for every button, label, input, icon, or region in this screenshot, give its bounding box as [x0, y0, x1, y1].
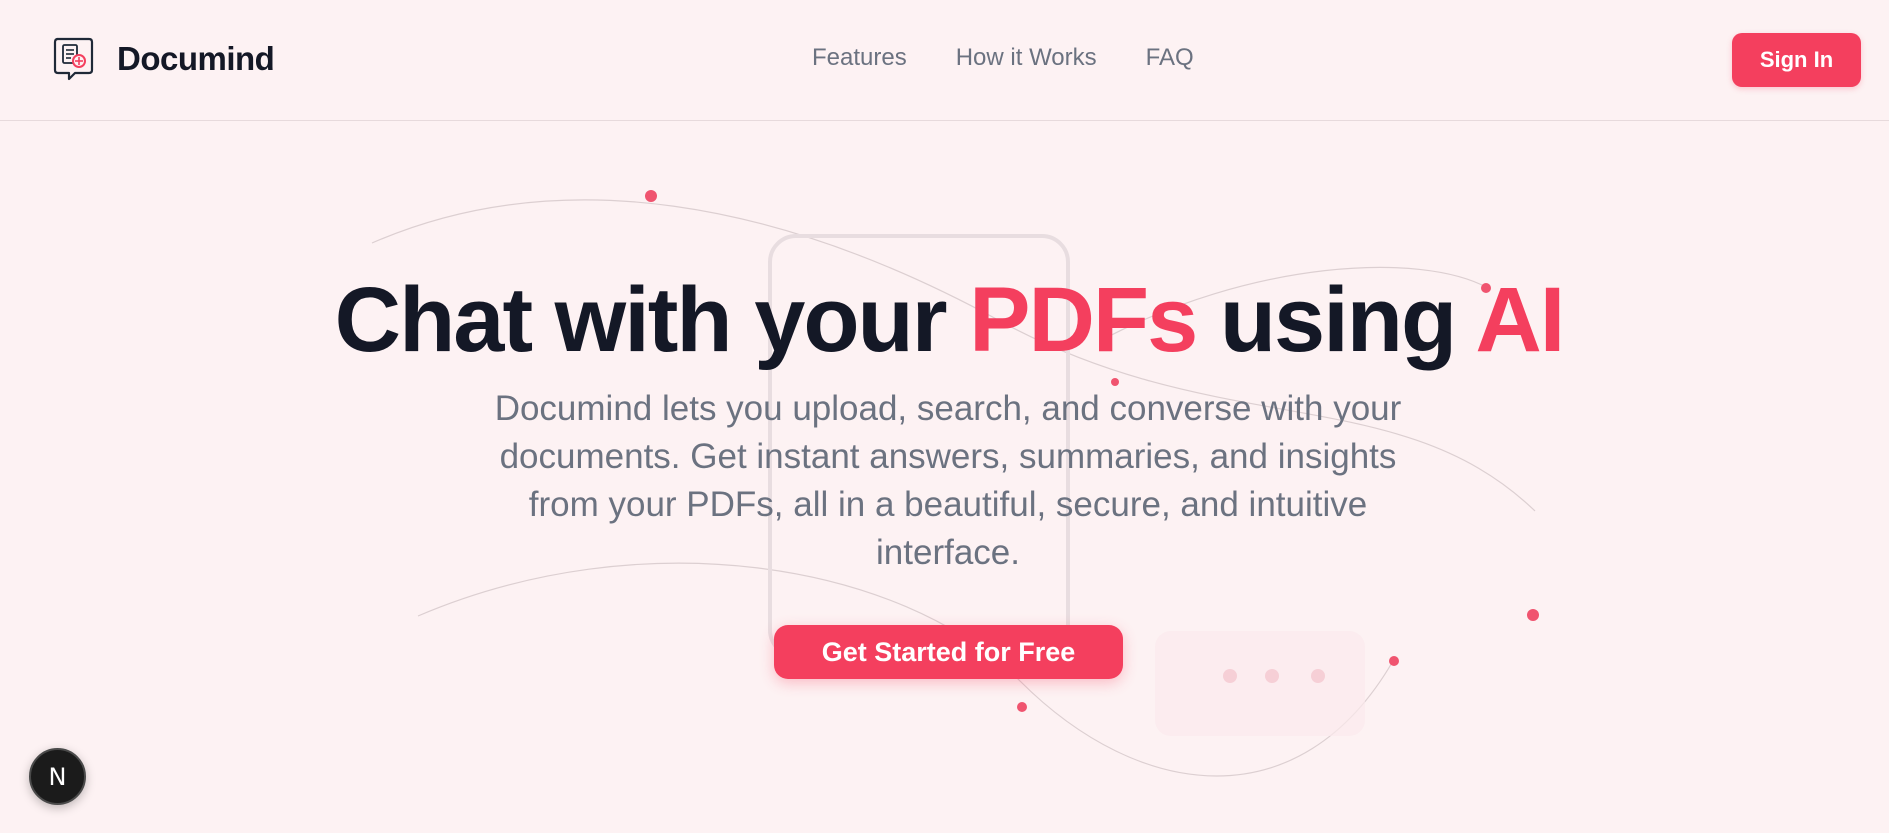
hero-title-accent-ai: AI — [1475, 269, 1565, 371]
brand-logo[interactable]: Documind — [53, 37, 275, 81]
hero-title-part2: using — [1196, 269, 1476, 371]
brand-name: Documind — [117, 40, 275, 77]
hero-title: Chat with your PDFs using AI — [0, 268, 1889, 373]
hero-title-accent-pdfs: PDFs — [969, 269, 1198, 371]
sign-in-button[interactable]: Sign In — [1732, 33, 1861, 87]
nav-link-how-it-works[interactable]: How it Works — [956, 44, 1097, 72]
get-started-button[interactable]: Get Started for Free — [774, 625, 1123, 679]
dev-badge-letter: N — [48, 762, 67, 791]
site-header: Documind Features How it Works FAQ Sign … — [0, 0, 1889, 121]
nav-link-features[interactable]: Features — [812, 44, 907, 72]
hero-title-part1: Chat with your — [334, 269, 970, 371]
hero-subtitle: Documind lets you upload, search, and co… — [494, 389, 1402, 572]
nextjs-icon[interactable]: N — [29, 748, 86, 805]
main-nav: Features How it Works FAQ — [812, 44, 1243, 72]
document-chat-icon — [53, 37, 94, 81]
nav-link-faq[interactable]: FAQ — [1146, 44, 1194, 72]
